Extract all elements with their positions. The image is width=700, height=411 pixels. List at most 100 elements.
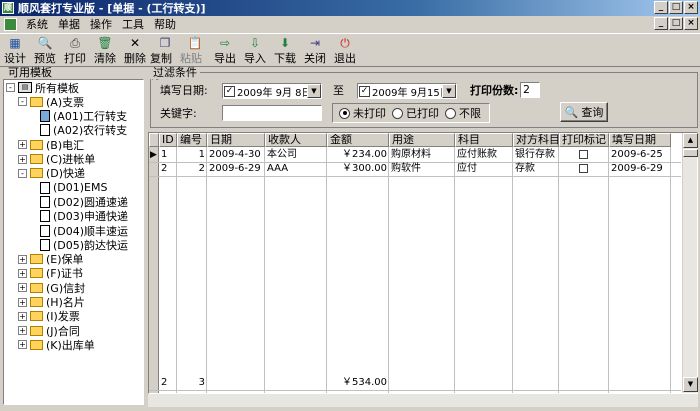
table-cell[interactable]: AAA — [265, 162, 327, 176]
toolbar-preview-button[interactable]: 🔍 预览 — [30, 34, 60, 66]
scroll-up-icon[interactable]: ▲ — [683, 133, 698, 148]
expand-icon[interactable]: + — [18, 340, 27, 350]
tree-item[interactable]: (D03)申通快递 — [40, 210, 128, 223]
table-cell[interactable]: 2 — [177, 162, 207, 176]
expand-icon[interactable]: + — [18, 311, 27, 321]
mdi-minimize-button[interactable]: _ — [654, 17, 668, 30]
tree-item[interactable]: - ▤ 所有模板 — [6, 81, 79, 95]
mdi-restore-button[interactable]: □ — [669, 17, 683, 30]
column-header[interactable]: 对方科目 — [513, 133, 559, 147]
column-header[interactable]: 编号 — [177, 133, 207, 147]
print-mark-checkbox[interactable] — [579, 164, 588, 173]
column-header[interactable]: 填写日期 — [609, 133, 671, 147]
table-cell[interactable]: 银行存款 — [513, 148, 559, 162]
table-cell[interactable]: 2009-4-30 — [207, 148, 265, 162]
table-cell[interactable]: 2009-6-25 — [609, 148, 671, 162]
scroll-thumb[interactable] — [683, 149, 698, 157]
toolbar-trash-button[interactable]: 🗑 清除 — [90, 34, 120, 66]
expand-icon[interactable]: + — [18, 297, 27, 307]
tree-item[interactable]: (D02)圆通速递 — [40, 195, 128, 209]
radio-printed[interactable]: 已打印 — [392, 105, 439, 121]
column-header[interactable]: ID — [159, 133, 177, 147]
document-icon[interactable] — [4, 17, 17, 31]
table-cell[interactable]: ￥234.00 — [327, 148, 389, 162]
date-from-checkbox[interactable]: ✓ — [224, 85, 235, 97]
table-cell[interactable]: 2009-6-29 — [609, 162, 671, 176]
tree-item[interactable]: + (E)保单 — [18, 253, 84, 266]
radio-any[interactable]: 不限 — [445, 105, 481, 121]
table-cell[interactable]: 存款 — [513, 162, 559, 176]
expand-icon[interactable]: + — [18, 326, 27, 336]
column-header[interactable]: 日期 — [207, 133, 265, 147]
date-to-checkbox[interactable]: ✓ — [359, 85, 370, 97]
table-cell[interactable]: 购软件 — [389, 162, 455, 176]
collapse-icon[interactable]: - — [6, 83, 15, 92]
chevron-down-icon[interactable]: ▼ — [442, 84, 456, 98]
expand-icon[interactable]: + — [18, 140, 27, 150]
column-header[interactable]: 用途 — [389, 133, 455, 147]
collapse-icon[interactable]: - — [18, 168, 27, 178]
tree-item[interactable]: + (F)证书 — [18, 267, 83, 280]
date-from-picker[interactable]: ✓ 2009年 9月 8日 ▼ — [222, 83, 322, 99]
tree-item[interactable]: + (J)合同 — [18, 324, 80, 338]
chevron-down-icon[interactable]: ▼ — [307, 84, 321, 98]
keyword-input[interactable] — [222, 105, 322, 121]
tree-item[interactable]: + (I)发票 — [18, 310, 80, 323]
vertical-scrollbar[interactable]: ▲ ▼ — [682, 133, 698, 393]
toolbar-close-doc-button[interactable]: ⇥ 关闭 — [300, 34, 330, 66]
radio-unprinted[interactable]: 未打印 — [339, 105, 386, 121]
table-cell[interactable]: 2 — [159, 162, 177, 176]
tree-item[interactable]: (D05)韵达快运 — [40, 238, 128, 252]
print-mark-checkbox[interactable] — [579, 150, 588, 159]
toolbar-import-button[interactable]: ⇩ 导入 — [240, 34, 270, 66]
records-grid[interactable]: ID 编号 日期 收款人 金额 用途 科目 对方科目 打印标记 填写日期 1 1 2009-4-30 本公… — [148, 132, 698, 394]
toolbar-copy-row-button[interactable]: ❐复制行 — [150, 34, 180, 81]
tree-item[interactable]: + (K)出库单 — [18, 338, 95, 352]
menu-operation[interactable]: 操作 — [85, 16, 117, 32]
expand-icon[interactable]: + — [18, 254, 27, 264]
tree-item[interactable]: - (A)支票 — [18, 95, 84, 109]
toolbar-design-button[interactable]: ▦ 设计 — [0, 34, 30, 66]
tree-item[interactable]: (A01)工行转支 — [40, 110, 127, 123]
tree-item[interactable]: + (H)名片 — [18, 296, 85, 309]
horizontal-scrollbar[interactable] — [148, 394, 698, 407]
tree-item[interactable]: - (D)快递 — [18, 167, 85, 180]
tree-item[interactable]: (D04)顺丰速运 — [40, 224, 128, 238]
table-cell[interactable]: 应付 — [455, 162, 513, 176]
column-header[interactable]: 打印标记 — [559, 133, 609, 147]
expand-icon[interactable]: + — [18, 283, 27, 293]
tree-item[interactable]: + (G)信封 — [18, 281, 85, 295]
toolbar-printer-button[interactable]: ⎙ 打印 — [60, 34, 90, 66]
template-tree[interactable]: - ▤ 所有模板 - (A)支票 (A01)工行转支 (A02)农行转支 + (B)电汇 + (C)… — [3, 79, 144, 405]
close-button[interactable]: × — [684, 1, 698, 14]
menu-help[interactable]: 帮助 — [149, 16, 181, 32]
menu-tools[interactable]: 工具 — [117, 16, 149, 32]
table-cell[interactable]: 2009-6-29 — [207, 162, 265, 176]
scroll-down-icon[interactable]: ▼ — [683, 377, 698, 392]
column-header[interactable]: 科目 — [455, 133, 513, 147]
table-cell[interactable]: ￥300.00 — [327, 162, 389, 176]
menu-system[interactable]: 系统 — [21, 16, 53, 32]
toolbar-exit-button[interactable]: ⏻ 退出 — [330, 34, 360, 66]
table-cell[interactable]: 本公司 — [265, 148, 327, 162]
collapse-icon[interactable]: - — [18, 97, 27, 107]
tree-item[interactable]: + (B)电汇 — [18, 138, 84, 152]
table-cell[interactable]: 1 — [159, 148, 177, 162]
toolbar-paste-row-button[interactable]: 📋粘贴行 — [180, 34, 210, 81]
tree-item[interactable]: (A02)农行转支 — [40, 124, 127, 137]
menu-document[interactable]: 单据 — [53, 16, 85, 32]
query-button[interactable]: 🔍 查询 — [560, 102, 608, 122]
date-to-picker[interactable]: ✓ 2009年 9月15日 ▼ — [357, 83, 457, 99]
table-cell[interactable]: 1 — [177, 148, 207, 162]
expand-icon[interactable]: + — [18, 154, 27, 164]
column-header[interactable]: 金额 — [327, 133, 389, 147]
toolbar-export-button[interactable]: ⇨ 导出 — [210, 34, 240, 66]
expand-icon[interactable]: + — [18, 268, 27, 278]
toolbar-delete-button[interactable]: ✕ 删除 — [120, 34, 150, 66]
toolbar-download-button[interactable]: ⬇ 下载 — [270, 34, 300, 66]
mdi-close-button[interactable]: × — [684, 17, 698, 30]
copies-input[interactable]: 2 — [520, 82, 540, 98]
table-cell[interactable]: 应付账款 — [455, 148, 513, 162]
tree-item[interactable]: + (C)进帐单 — [18, 153, 95, 166]
maximize-button[interactable]: □ — [669, 1, 683, 14]
